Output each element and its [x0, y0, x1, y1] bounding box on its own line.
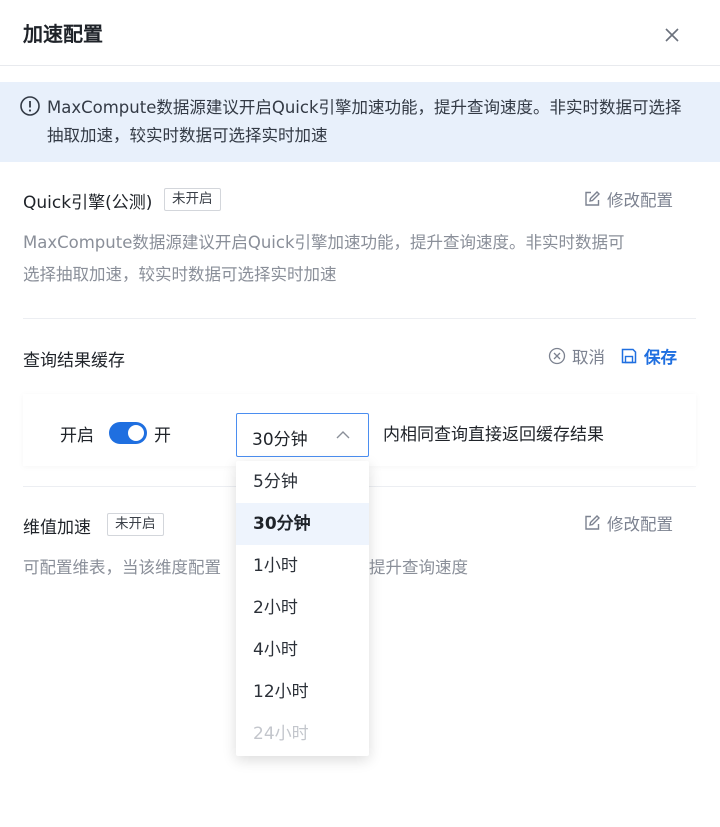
cache-toggle-switch[interactable]	[109, 422, 147, 444]
cache-suffix-text: 内相同查询直接返回缓存结果	[383, 425, 604, 445]
save-label: 保存	[644, 348, 677, 367]
cancel-circle-icon	[548, 347, 566, 365]
switch-knob	[128, 425, 144, 441]
dropdown-option-5min[interactable]: 5分钟	[236, 461, 369, 503]
edit-icon	[585, 515, 600, 530]
dimension-accel-edit-button[interactable]: 修改配置	[583, 511, 673, 535]
edit-icon	[585, 191, 600, 206]
dimension-accel-title: 维值加速	[23, 518, 91, 538]
switch-state-text: 开	[154, 426, 171, 446]
chevron-up-icon	[336, 431, 350, 439]
dimension-accel-status-badge: 未开启	[107, 513, 164, 536]
info-notice: MaxCompute数据源建议开启Quick引擎加速功能，提升查询速度。非实时数…	[0, 82, 720, 162]
dimension-accel-description-right: 提升查询速度	[369, 558, 468, 577]
quick-engine-edit-label: 修改配置	[607, 191, 673, 210]
dimension-accel-description-left: 可配置维表，当该维度配置	[23, 558, 221, 577]
dropdown-option-12h[interactable]: 12小时	[236, 671, 369, 713]
dropdown-option-30min[interactable]: 30分钟	[236, 503, 369, 545]
cache-duration-select[interactable]: 30分钟	[236, 413, 369, 457]
save-button[interactable]: 保存	[620, 344, 677, 368]
dimension-accel-edit-label: 修改配置	[607, 515, 673, 534]
duration-dropdown-menu: 5分钟 30分钟 1小时 2小时 4小时 12小时 24小时	[236, 461, 369, 756]
save-icon	[621, 348, 637, 364]
quick-engine-description-2: 选择抽取加速，较实时数据可选择实时加速	[23, 265, 337, 284]
quick-engine-description-1: MaxCompute数据源建议开启Quick引擎加速功能，提升查询速度。非实时数…	[23, 233, 625, 252]
dropdown-option-24h: 24小时	[253, 724, 309, 744]
dropdown-option-4h[interactable]: 4小时	[236, 629, 369, 671]
enable-label: 开启	[60, 426, 94, 446]
result-cache-title: 查询结果缓存	[23, 351, 125, 371]
dropdown-option-1h[interactable]: 1小时	[236, 545, 369, 587]
cancel-button[interactable]: 取消	[548, 344, 605, 368]
cancel-label: 取消	[572, 348, 605, 367]
close-icon[interactable]	[661, 24, 683, 46]
quick-engine-edit-button[interactable]: 修改配置	[583, 187, 673, 211]
quick-engine-title: Quick引擎(公测)	[23, 193, 153, 213]
cache-settings-row: 开启 开 30分钟 内相同查询直接返回缓存结果	[23, 394, 696, 466]
dialog-title: 加速配置	[23, 22, 103, 46]
quick-engine-status-badge: 未开启	[164, 188, 221, 211]
info-icon	[20, 96, 40, 116]
section-divider	[23, 318, 696, 319]
cache-duration-value: 30分钟	[252, 430, 308, 450]
notice-text: MaxCompute数据源建议开启Quick引擎加速功能，提升查询速度。非实时数…	[47, 98, 682, 145]
dialog-header: 加速配置	[0, 0, 720, 66]
dropdown-option-2h[interactable]: 2小时	[236, 587, 369, 629]
